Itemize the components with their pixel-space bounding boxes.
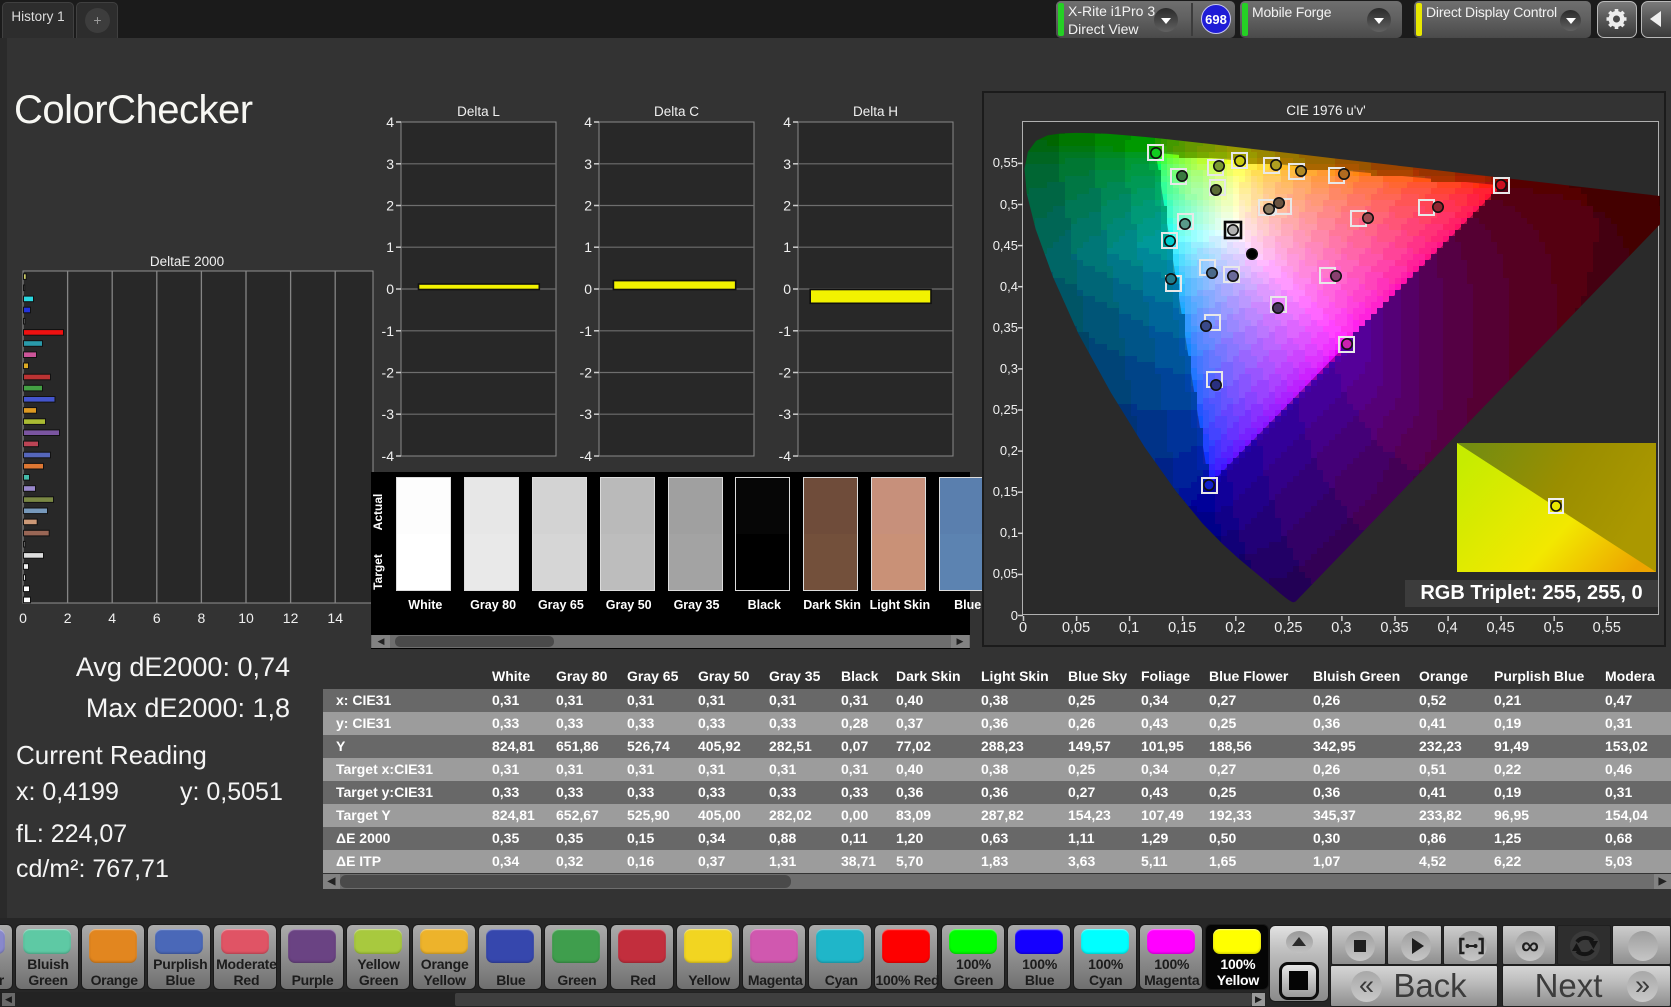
svg-text:Delta H: Delta H xyxy=(853,104,898,119)
svg-text:-1: -1 xyxy=(382,323,395,339)
svg-text:-2: -2 xyxy=(779,365,792,381)
svg-text:3: 3 xyxy=(584,156,592,172)
svg-text:12: 12 xyxy=(283,610,299,626)
svg-text:3: 3 xyxy=(783,156,791,172)
svg-text:-4: -4 xyxy=(580,448,593,464)
svg-text:Delta C: Delta C xyxy=(654,104,699,119)
svg-text:-3: -3 xyxy=(580,406,593,422)
svg-text:2: 2 xyxy=(386,198,394,214)
svg-text:0: 0 xyxy=(783,281,791,297)
svg-text:2: 2 xyxy=(64,610,72,626)
svg-text:DeltaE 2000: DeltaE 2000 xyxy=(150,254,224,269)
svg-text:8: 8 xyxy=(198,610,206,626)
svg-text:3: 3 xyxy=(386,156,394,172)
svg-text:-2: -2 xyxy=(580,365,593,381)
svg-text:1: 1 xyxy=(386,239,394,255)
svg-text:10: 10 xyxy=(238,610,254,626)
svg-text:4: 4 xyxy=(783,114,791,130)
svg-text:4: 4 xyxy=(584,114,592,130)
svg-text:-3: -3 xyxy=(779,406,792,422)
svg-text:0: 0 xyxy=(584,281,592,297)
svg-text:4: 4 xyxy=(386,114,394,130)
svg-text:1: 1 xyxy=(783,239,791,255)
svg-text:4: 4 xyxy=(108,610,116,626)
svg-text:-4: -4 xyxy=(779,448,792,464)
svg-text:-2: -2 xyxy=(382,365,395,381)
svg-text:2: 2 xyxy=(783,198,791,214)
svg-text:-3: -3 xyxy=(382,406,395,422)
svg-text:-1: -1 xyxy=(580,323,593,339)
svg-text:2: 2 xyxy=(584,198,592,214)
svg-text:0: 0 xyxy=(386,281,394,297)
svg-text:14: 14 xyxy=(327,610,343,626)
svg-text:1: 1 xyxy=(584,239,592,255)
svg-text:6: 6 xyxy=(153,610,161,626)
svg-text:-1: -1 xyxy=(779,323,792,339)
svg-text:Delta L: Delta L xyxy=(457,104,500,119)
svg-text:0: 0 xyxy=(19,610,27,626)
